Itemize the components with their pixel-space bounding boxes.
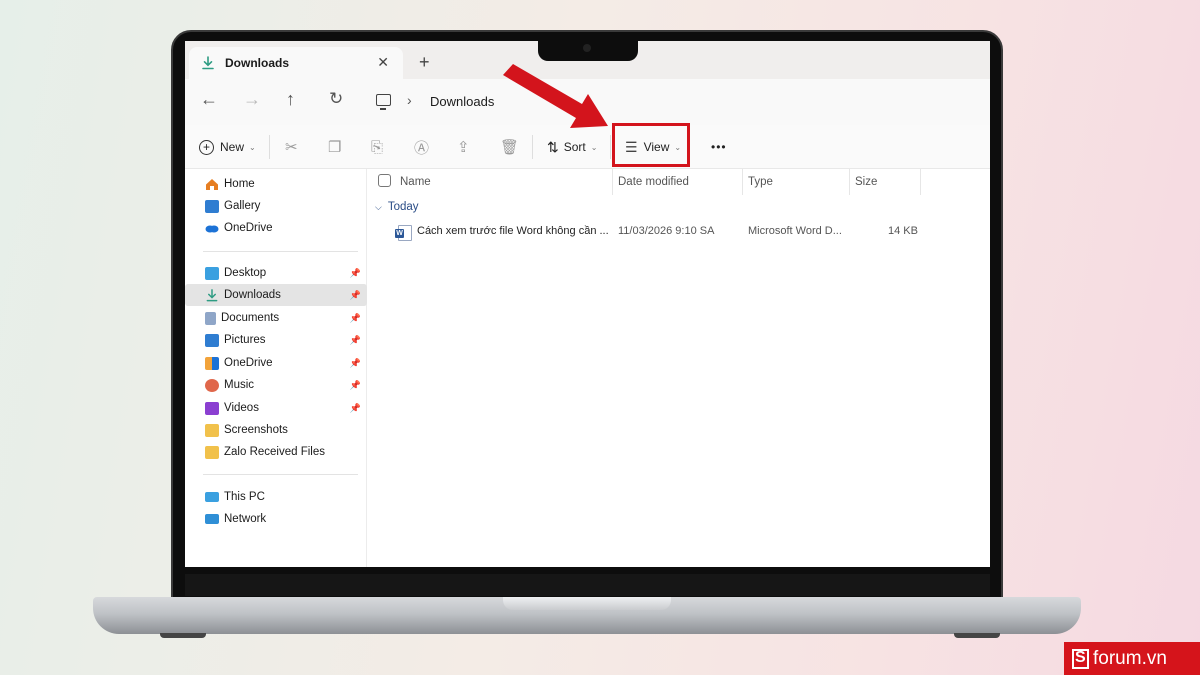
- arrow-shape: [503, 64, 608, 128]
- annotation-arrow: [503, 64, 608, 128]
